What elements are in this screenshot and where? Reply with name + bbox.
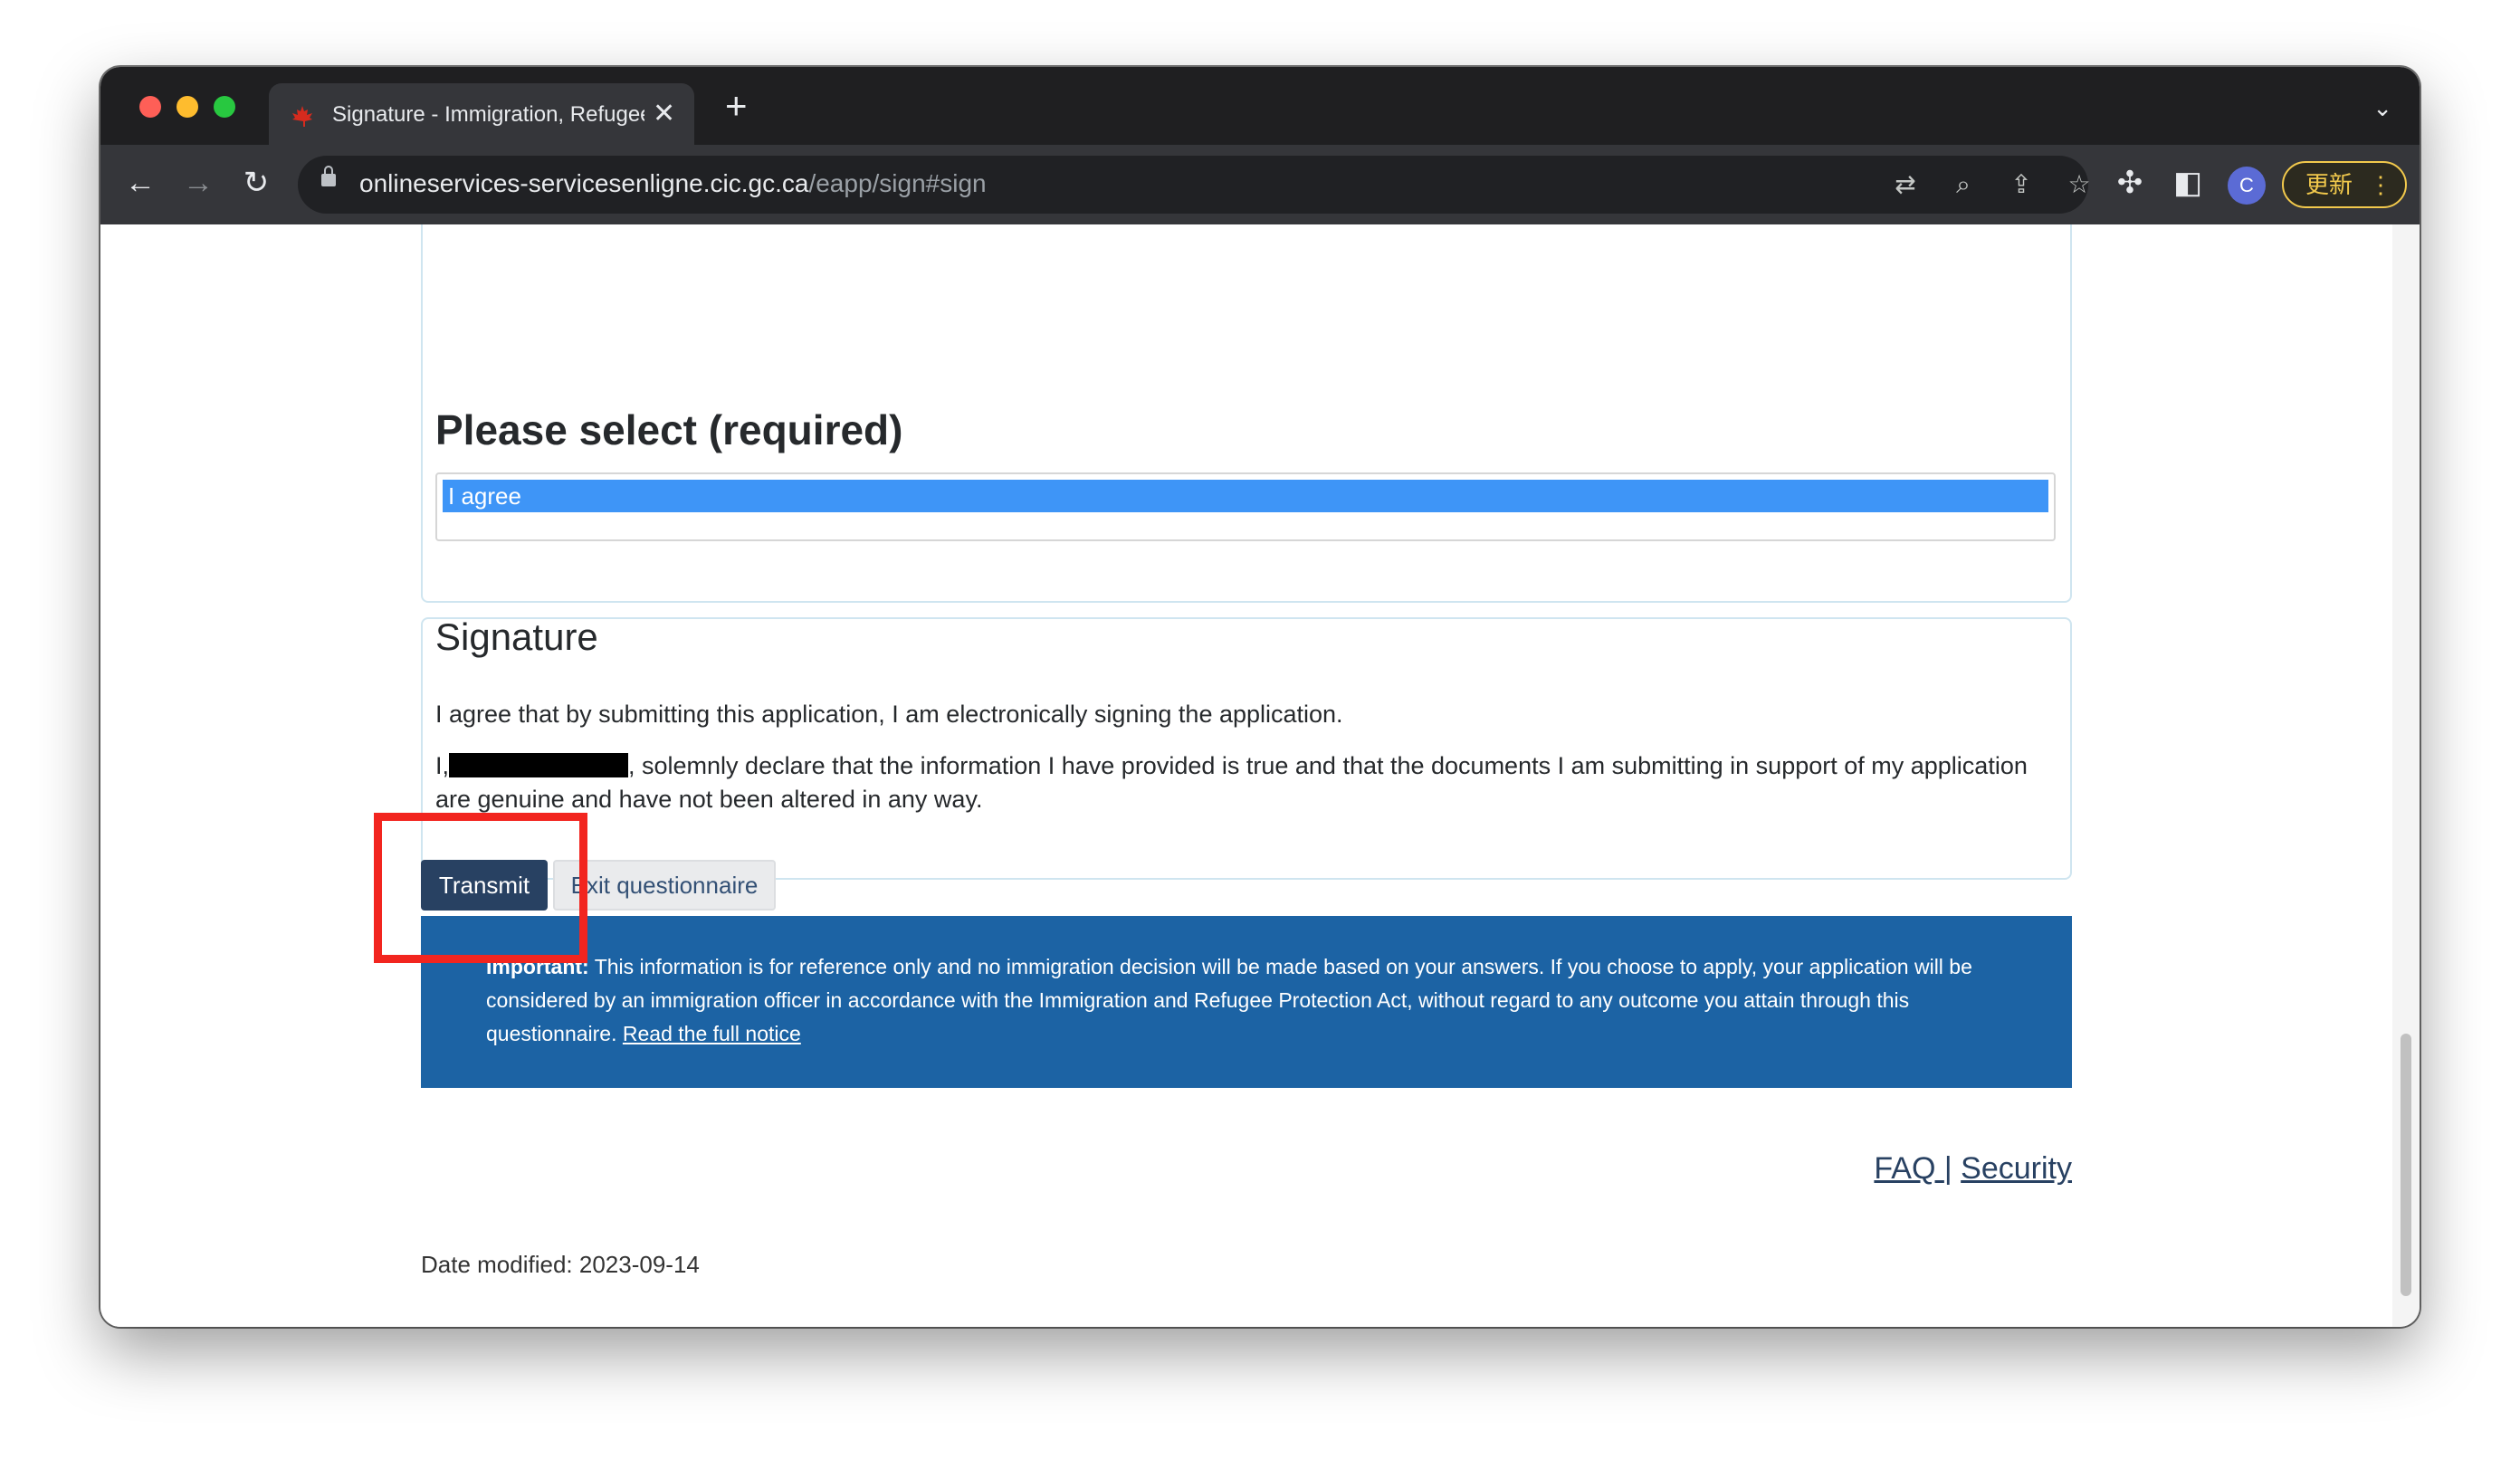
puzzle-icon[interactable]: ✣ [2110, 163, 2150, 203]
zoom-icon[interactable]: ⌕ [1945, 167, 1981, 203]
update-button[interactable]: 更新 ⋮ [2282, 161, 2407, 208]
scrollbar-thumb[interactable] [2401, 1034, 2411, 1296]
signature-statement: I agree that by submitting this applicat… [435, 701, 1343, 728]
link-separator: | [1943, 1151, 1952, 1186]
arrow-left-icon[interactable]: ← [120, 163, 160, 203]
address-bar[interactable]: onlineservices-servicesenligne.cic.gc.ca… [298, 156, 2091, 214]
tab-close-icon[interactable]: ✕ [653, 98, 675, 129]
signature-heading: Signature [435, 615, 598, 658]
page-content: Please select (required) I agree Signatu… [100, 224, 2392, 1327]
browser-window: Signature - Immigration, Refugees and Ci… [100, 67, 2420, 1327]
scrollbar[interactable] [2392, 224, 2420, 1327]
close-window-button[interactable] [139, 96, 161, 118]
share-icon[interactable]: ⇪ [2003, 167, 2039, 203]
tab-title: Signature - Immigration, Refugees and Ci… [332, 102, 644, 127]
update-label: 更新 [2305, 171, 2353, 198]
translate-icon[interactable]: ⇄ [1887, 167, 1923, 203]
profile-avatar[interactable]: C [2228, 167, 2266, 205]
star-icon[interactable]: ☆ [2061, 167, 2097, 203]
browser-tab[interactable]: Signature - Immigration, Refugees and Ci… [269, 83, 694, 145]
more-menu-icon[interactable]: ⋮ [2369, 163, 2392, 206]
important-notice: Important: This information is for refer… [421, 916, 2072, 1088]
url-text: onlineservices-servicesenligne.cic.gc.ca… [359, 169, 987, 197]
exit-questionnaire-button[interactable]: Exit questionnaire [553, 860, 776, 911]
transmit-button[interactable]: Transmit [421, 860, 548, 911]
redacted-name [449, 753, 629, 777]
new-tab-icon[interactable]: + [725, 87, 748, 125]
read-notice-link[interactable]: Read the full notice [623, 1022, 801, 1045]
notice-text: Important: This information is for refer… [486, 955, 1972, 1045]
agreement-select[interactable]: I agree [435, 472, 2056, 541]
maximize-window-button[interactable] [214, 96, 235, 118]
maple-leaf-icon [292, 106, 312, 127]
select-option-agree[interactable]: I agree [443, 480, 2048, 512]
arrow-right-icon[interactable]: → [178, 163, 218, 203]
declaration-text: I,, solemnly declare that the informatio… [435, 752, 2028, 813]
browser-toolbar: ← → ↻ onlineservices-servicesenligne.cic… [100, 145, 2420, 224]
security-link[interactable]: Security [1961, 1151, 2072, 1186]
date-modified: Date modified: 2023-09-14 [421, 1251, 700, 1278]
faq-link[interactable]: FAQ [1874, 1151, 1943, 1186]
footer-links: FAQ | Security [1874, 1151, 2072, 1187]
side-panel-icon[interactable]: ◧ [2168, 163, 2208, 203]
select-heading: Please select (required) [435, 406, 903, 453]
signature-panel [421, 617, 2072, 880]
minimize-window-button[interactable] [177, 96, 198, 118]
tab-bar: Signature - Immigration, Refugees and Ci… [100, 67, 2420, 145]
lock-icon[interactable] [321, 166, 336, 186]
reload-icon[interactable]: ↻ [236, 163, 276, 203]
chevron-down-icon[interactable]: ⌄ [2372, 94, 2392, 122]
